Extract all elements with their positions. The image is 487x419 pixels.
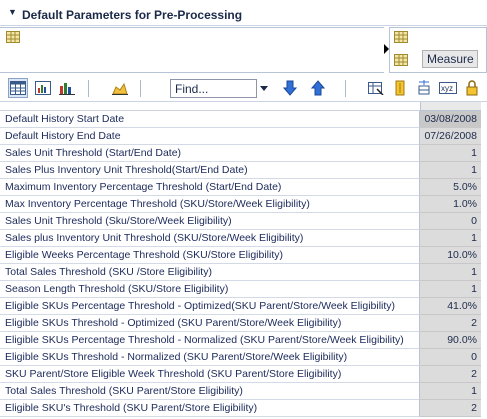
arrow-down-icon	[283, 80, 297, 96]
grid-scroll-edge	[481, 102, 487, 419]
row-label: Max Inventory Percentage Threshold (SKU/…	[0, 196, 420, 213]
chart-table-icon	[35, 81, 51, 95]
row-label: SKU Parent/Store Eligible Week Threshold…	[0, 366, 420, 383]
find-previous-button[interactable]	[308, 78, 328, 98]
row-label: Eligible SKUs Threshold - Normalized (SK…	[0, 349, 420, 366]
xyz-format-icon: xyz	[439, 82, 457, 94]
table-row: Sales Unit Threshold (Sku/Store/Week Eli…	[0, 213, 487, 230]
row-value-cell[interactable]: 1	[420, 281, 481, 298]
find-next-button[interactable]	[280, 78, 300, 98]
table-row: Eligible SKUs Percentage Threshold - Opt…	[0, 298, 487, 315]
table-row: Eligible Weeks Percentage Threshold (SKU…	[0, 247, 487, 264]
grid-corner	[0, 102, 420, 111]
row-value-cell[interactable]: 2	[420, 400, 481, 417]
row-label: Eligible SKUs Percentage Threshold - Opt…	[0, 298, 420, 315]
row-value-cell[interactable]: 1	[420, 264, 481, 281]
row-value-cell[interactable]: 1	[420, 145, 481, 162]
column-header[interactable]	[420, 102, 481, 111]
chart-table-view-button[interactable]	[33, 78, 53, 98]
chart-view-button[interactable]	[57, 78, 77, 98]
row-value-cell[interactable]: 0	[420, 213, 481, 230]
table-row: Season Length Threshold (SKU/Store Eligi…	[0, 281, 487, 298]
table-row: Sales plus Inventory Unit Threshold (SKU…	[0, 230, 487, 247]
table-row: Eligible SKUs Threshold - Normalized (SK…	[0, 349, 487, 366]
row-label: Default History Start Date	[0, 111, 420, 128]
row-value-cell[interactable]: 2	[420, 366, 481, 383]
area-chart-icon	[112, 82, 128, 95]
table-row: Eligible SKUs Percentage Threshold - Nor…	[0, 332, 487, 349]
table-row: Default History Start Date 03/08/2008	[0, 111, 487, 128]
table-row: Total Sales Threshold (SKU /Store Eligib…	[0, 264, 487, 281]
row-value-cell[interactable]: 0	[420, 349, 481, 366]
row-value-cell[interactable]: 1	[420, 230, 481, 247]
toolbar-separator	[88, 80, 89, 97]
grid-toolbar: xyz	[0, 75, 487, 102]
table-row: Default History End Date 07/26/2008	[0, 128, 487, 145]
row-label: Maximum Inventory Percentage Threshold (…	[0, 179, 420, 196]
row-value-cell[interactable]: 2	[420, 315, 481, 332]
row-value-cell[interactable]: 90.0%	[420, 332, 481, 349]
panel-header: ▼ Default Parameters for Pre-Processing	[0, 0, 487, 26]
svg-text:xyz: xyz	[441, 84, 453, 93]
page-axis-area	[0, 27, 385, 73]
grid-header	[0, 102, 487, 111]
table-row: Eligible SKUs Threshold - Optimized (SKU…	[0, 315, 487, 332]
row-value-cell[interactable]: 10.0%	[420, 247, 481, 264]
table-row: Eligible SKU's Threshold (SKU Parent/Sto…	[0, 400, 487, 417]
grid-axis-icon[interactable]	[394, 54, 408, 69]
grid-axis-icon[interactable]	[6, 31, 20, 46]
row-label: Sales Plus Inventory Unit Threshold(Star…	[0, 162, 420, 179]
row-value-cell[interactable]: 07/26/2008	[420, 128, 481, 145]
row-label: Eligible SKUs Percentage Threshold - Nor…	[0, 332, 420, 349]
table-row: Max Inventory Percentage Threshold (SKU/…	[0, 196, 487, 213]
toolbar-separator	[345, 80, 346, 97]
measure-dimension-button[interactable]: Measure	[422, 50, 478, 68]
show-hide-icon	[368, 82, 384, 95]
row-label: Season Length Threshold (SKU/Store Eligi…	[0, 281, 420, 298]
show-hide-button[interactable]	[366, 78, 386, 98]
row-value-cell[interactable]: 1	[420, 162, 481, 179]
table-row: Sales Plus Inventory Unit Threshold(Star…	[0, 162, 487, 179]
row-value-cell[interactable]: 41.0%	[420, 298, 481, 315]
row-label: Eligible Weeks Percentage Threshold (SKU…	[0, 247, 420, 264]
row-label: Total Sales Threshold (SKU Parent/Store …	[0, 383, 420, 400]
highlight-icon	[395, 80, 405, 96]
lock-icon	[466, 80, 478, 96]
lock-button[interactable]	[462, 78, 482, 98]
row-label: Default History End Date	[0, 128, 420, 145]
table-view-button[interactable]	[8, 78, 28, 98]
row-label: Total Sales Threshold (SKU /Store Eligib…	[0, 264, 420, 281]
table-row: Total Sales Threshold (SKU Parent/Store …	[0, 383, 487, 400]
table-row: Sales Unit Threshold (Start/End Date) 1	[0, 145, 487, 162]
grid-axis-icon[interactable]	[394, 31, 408, 46]
row-value-cell[interactable]: 03/08/2008	[420, 111, 481, 128]
arrow-up-icon	[311, 80, 325, 96]
spread-icon	[418, 80, 430, 95]
row-value-cell[interactable]: 1.0%	[420, 196, 481, 213]
find-dropdown-icon[interactable]	[260, 86, 268, 91]
find-input[interactable]	[170, 79, 257, 98]
table-view-icon	[10, 81, 26, 95]
toolbar-separator	[140, 80, 141, 97]
row-label: Sales Unit Threshold (Sku/Store/Week Eli…	[0, 213, 420, 230]
row-label: Eligible SKUs Threshold - Optimized (SKU…	[0, 315, 420, 332]
chart-wizard-button[interactable]	[110, 78, 130, 98]
bar-chart-icon	[59, 83, 75, 95]
row-label: Sales plus Inventory Unit Threshold (SKU…	[0, 230, 420, 247]
highlight-button[interactable]	[390, 78, 410, 98]
data-grid: Default History Start Date 03/08/2008 Defa…	[0, 102, 487, 419]
xyz-format-button[interactable]: xyz	[438, 78, 458, 98]
collapse-chevron-icon[interactable]: ▼	[8, 7, 17, 17]
panel-title: Default Parameters for Pre-Processing	[22, 8, 243, 22]
row-value-cell[interactable]: 5.0%	[420, 179, 481, 196]
row-label: Sales Unit Threshold (Start/End Date)	[0, 145, 420, 162]
row-label: Eligible SKU's Threshold (SKU Parent/Sto…	[0, 400, 420, 417]
spreading-button[interactable]	[414, 78, 434, 98]
table-row: Maximum Inventory Percentage Threshold (…	[0, 179, 487, 196]
row-value-cell[interactable]: 1	[420, 383, 481, 400]
column-axis-area: Measure	[389, 27, 487, 73]
table-row: SKU Parent/Store Eligible Week Threshold…	[0, 366, 487, 383]
